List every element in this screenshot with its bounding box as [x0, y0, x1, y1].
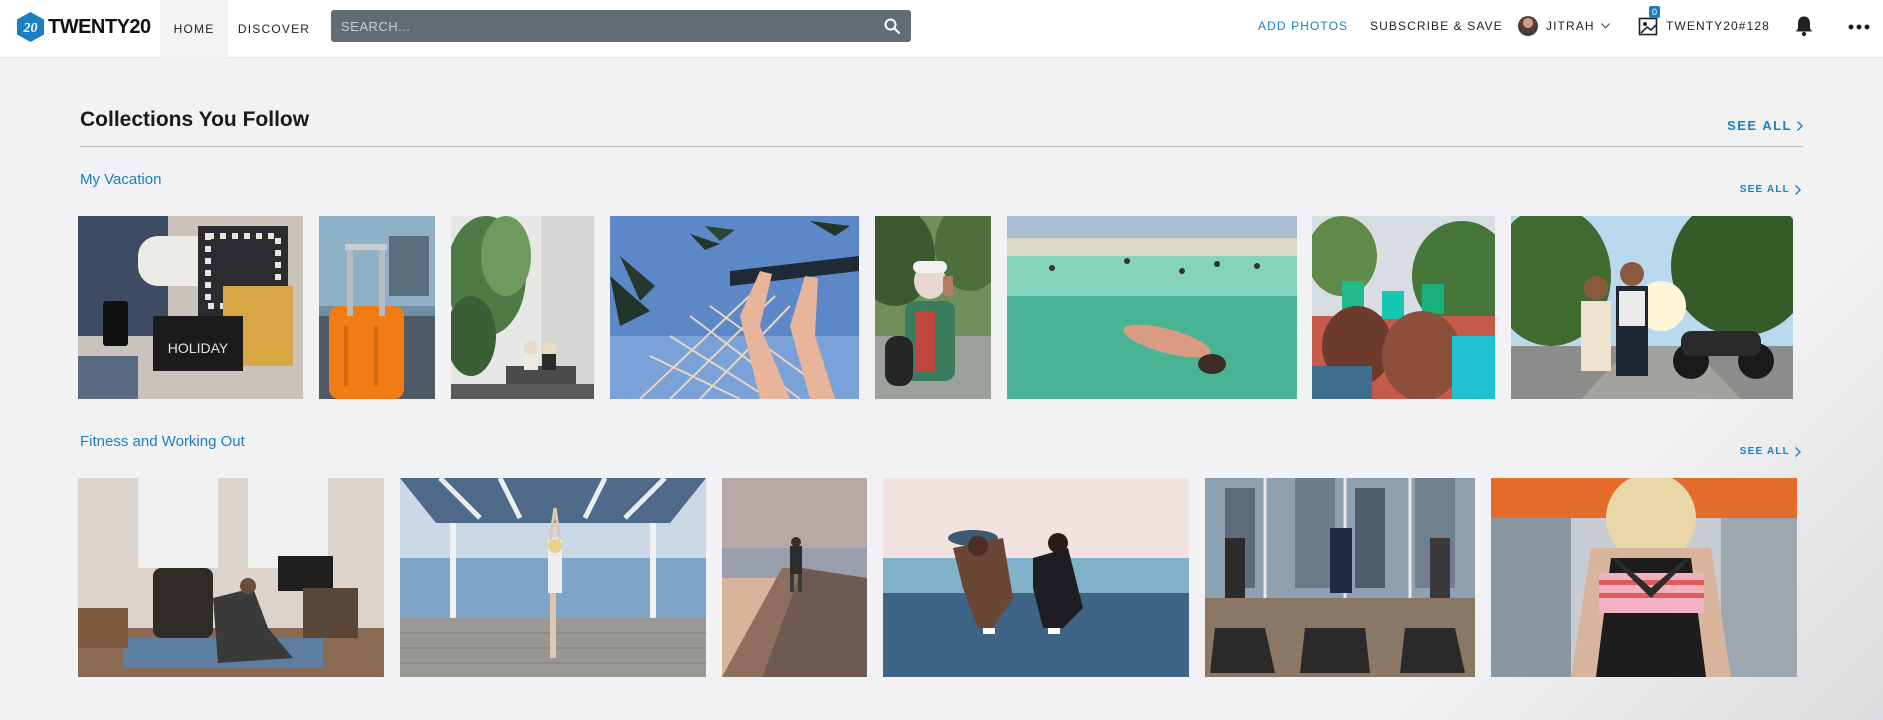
photo-yoga-pier[interactable]	[400, 478, 706, 677]
svg-text:20: 20	[23, 21, 38, 36]
photo-gym-back[interactable]	[1491, 478, 1797, 677]
bell-icon[interactable]	[1794, 15, 1814, 37]
board-name-label: TWENTY20#128	[1666, 19, 1770, 33]
photo-hammock-palms[interactable]	[610, 216, 859, 399]
nav-tab-home[interactable]: HOME	[160, 0, 228, 58]
svg-text:HOLIDAY: HOLIDAY	[168, 340, 229, 356]
photo-treadmills[interactable]	[1205, 478, 1475, 677]
logo-text: TWENTY20	[48, 15, 151, 38]
username-label: JITRAH	[1546, 19, 1595, 33]
see-all-label: SEE ALL	[1739, 184, 1790, 195]
photo-beach-workout[interactable]	[883, 478, 1189, 677]
photo-pier-runner[interactable]	[722, 478, 867, 677]
see-all-label: SEE ALL	[1727, 118, 1792, 133]
section-divider	[80, 146, 1803, 147]
photo-home-lunge[interactable]	[78, 478, 384, 677]
search-bar	[331, 10, 911, 42]
board-image-icon: 0	[1638, 6, 1661, 36]
chevron-right-icon	[1795, 184, 1801, 195]
chevron-right-icon	[1795, 446, 1801, 457]
photo-scooter-couple[interactable]	[1511, 216, 1793, 399]
collection-see-all-link[interactable]: SEE ALL	[1740, 184, 1801, 195]
more-options-icon[interactable]	[1848, 24, 1870, 30]
nav-tab-discover[interactable]: DISCOVER	[228, 0, 320, 58]
top-nav-bar: 20 TWENTY20 HOME DISCOVER ADD PHOTOS SUB…	[0, 0, 1883, 58]
user-menu[interactable]: JITRAH	[1518, 0, 1610, 52]
search-icon[interactable]	[884, 18, 900, 34]
photo-selfie-palms[interactable]	[875, 216, 991, 399]
collection-title-my-vacation[interactable]: My Vacation	[80, 171, 161, 188]
page-title: Collections You Follow	[80, 108, 310, 131]
photo-plants-courtyard[interactable]	[451, 216, 594, 399]
see-all-label: SEE ALL	[1739, 446, 1790, 457]
search-input[interactable]	[331, 10, 851, 42]
twenty20-logo[interactable]: 20 TWENTY20	[17, 12, 151, 42]
subscribe-save-link[interactable]: SUBSCRIBE & SAVE	[1370, 0, 1503, 52]
photo-beach-float[interactable]	[1007, 216, 1297, 399]
logo-badge-icon: 20	[17, 12, 44, 42]
avatar	[1518, 16, 1538, 36]
photo-holiday-flatlay[interactable]: HOLIDAY	[78, 216, 303, 399]
add-photos-link[interactable]: ADD PHOTOS	[1258, 0, 1348, 52]
collection-title-fitness[interactable]: Fitness and Working Out	[80, 433, 245, 450]
photo-orange-suitcase[interactable]	[319, 216, 435, 399]
chevron-down-icon	[1600, 23, 1610, 29]
chevron-right-icon	[1797, 120, 1803, 131]
see-all-collections-link[interactable]: SEE ALL	[1727, 118, 1803, 133]
board-menu[interactable]: 0 TWENTY20#128	[1638, 0, 1770, 52]
board-count-badge: 0	[1649, 6, 1661, 18]
photo-drinks-toast[interactable]	[1312, 216, 1495, 399]
collection-see-all-link[interactable]: SEE ALL	[1740, 446, 1801, 457]
